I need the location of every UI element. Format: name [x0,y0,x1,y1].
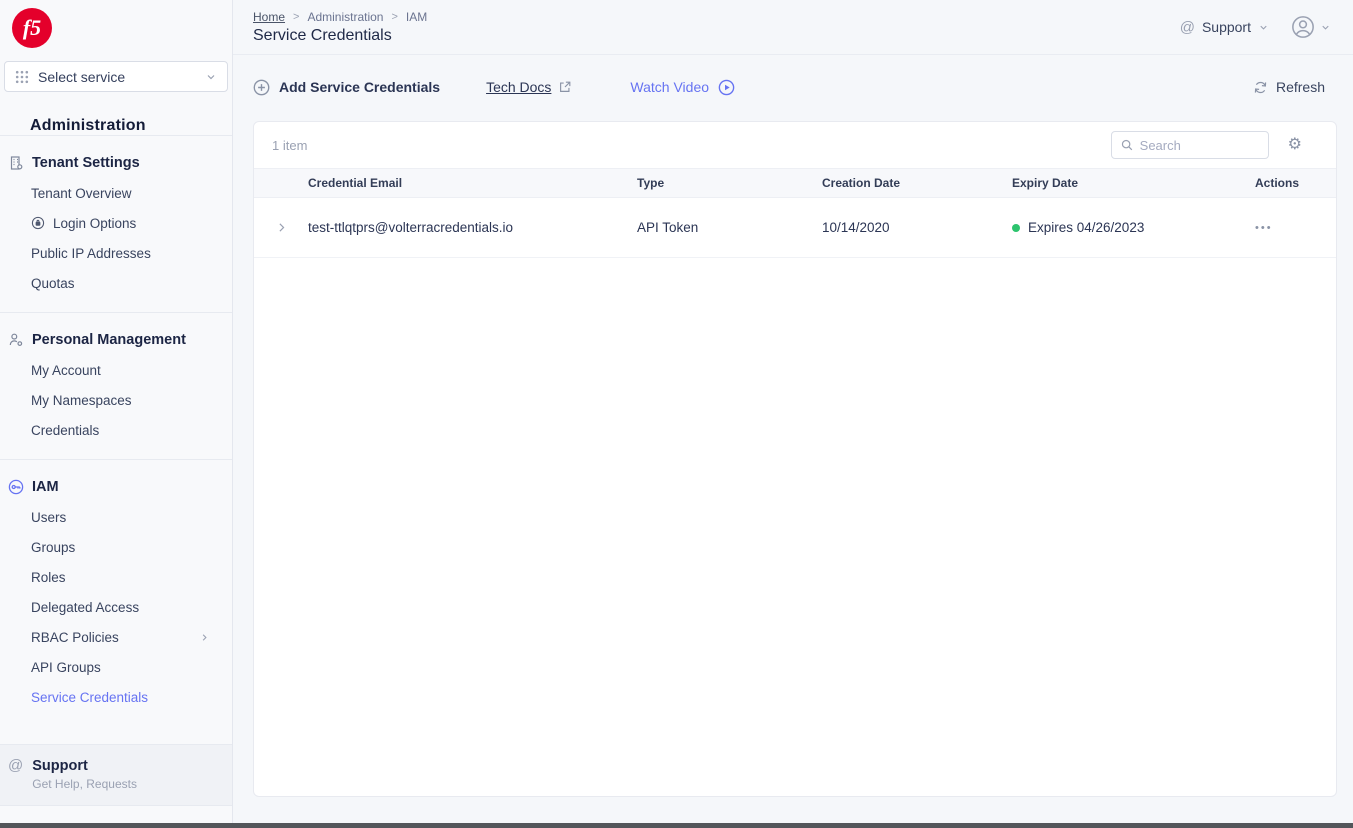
sidebar-item-api-groups[interactable]: API Groups [0,652,232,682]
play-circle-icon [718,79,735,96]
section-head-tenant-settings[interactable]: Tenant Settings [0,148,232,178]
page-title: Service Credentials [253,27,427,45]
support-menu-label: Support [1202,19,1251,35]
section-head-personal-management[interactable]: Personal Management [0,325,232,355]
chevron-down-icon [205,71,217,83]
sidebar-item-groups[interactable]: Groups [0,532,232,562]
breadcrumb-separator: > [391,11,397,23]
search-box [1111,131,1269,159]
section-iam: IAM Users Groups Roles Delegated Access … [0,459,232,726]
watch-video-link[interactable]: Watch Video [630,79,735,96]
row-expand-button[interactable] [254,221,302,234]
search-icon [1120,138,1134,152]
sidebar-item-roles[interactable]: Roles [0,562,232,592]
chevron-down-icon [1320,22,1331,33]
col-actions: Actions [1249,176,1336,190]
item-count: 1 item [272,138,307,153]
app-root: f5 Select service Administration [0,0,1353,828]
sidebar-item-credentials[interactable]: Credentials [0,415,232,445]
section-title: IAM [32,479,59,495]
section-personal-management: Personal Management My Account My Namesp… [0,312,232,459]
account-menu[interactable] [1291,15,1331,39]
grid-icon [15,70,29,84]
sidebar-item-service-credentials[interactable]: Service Credentials [0,682,232,712]
tech-docs-label: Tech Docs [486,79,551,95]
toolbar: Add Service Credentials Tech Docs Watch … [233,55,1353,119]
main-area: Home > Administration > IAM Service Cred… [233,0,1353,828]
chevron-right-icon [199,632,210,643]
credentials-panel: 1 item ⚙ Credential Email Type Creation … [253,121,1337,797]
support-menu[interactable]: @ Support [1180,19,1269,35]
table-row: test-ttlqtprs@volterracredentials.io API… [254,198,1336,258]
breadcrumb-separator: > [293,11,299,23]
sidebar-item-quotas[interactable]: Quotas [0,268,232,298]
watch-video-label: Watch Video [630,79,709,95]
refresh-label: Refresh [1276,79,1325,95]
logo-row: f5 [0,0,232,58]
section-tenant-settings: Tenant Settings Tenant Overview Login Op… [0,135,232,312]
sidebar-item-login-options[interactable]: Login Options [0,208,232,238]
sidebar: f5 Select service Administration [0,0,233,828]
breadcrumb-iam[interactable]: IAM [406,10,427,24]
sidebar-support[interactable]: @ Support Get Help, Requests [0,744,232,805]
person-gear-icon [8,332,24,348]
breadcrumb-administration[interactable]: Administration [307,10,383,24]
section-title: Tenant Settings [32,155,140,171]
col-expiry-date[interactable]: Expiry Date [1006,176,1249,190]
add-service-credentials-button[interactable]: Add Service Credentials [253,79,440,96]
key-circle-icon [8,479,24,495]
sidebar-item-delegated-access[interactable]: Delegated Access [0,592,232,622]
sidebar-item-users[interactable]: Users [0,502,232,532]
cell-type: API Token [631,220,816,235]
lock-circle-icon [31,216,45,230]
f5-logo-text: f5 [23,15,41,41]
add-service-credentials-label: Add Service Credentials [279,79,440,95]
sidebar-item-public-ip-addresses[interactable]: Public IP Addresses [0,238,232,268]
sidebar-footer-spacer [0,805,232,828]
service-selector-label: Select service [38,69,205,85]
building-icon [8,155,24,171]
col-credential-email[interactable]: Credential Email [302,176,631,190]
breadcrumb: Home > Administration > IAM [253,10,427,24]
f5-logo[interactable]: f5 [12,8,52,48]
chevron-right-icon [275,221,288,234]
sidebar-item-my-account[interactable]: My Account [0,355,232,385]
sidebar-item-rbac-policies[interactable]: RBAC Policies [0,622,232,652]
chevron-down-icon [1258,22,1269,33]
table-header: Credential Email Type Creation Date Expi… [254,168,1336,198]
row-actions-button[interactable]: ••• [1249,222,1336,234]
status-dot [1012,224,1020,232]
gear-icon[interactable]: ⚙ [1288,137,1302,153]
plus-circle-icon [253,79,270,96]
service-selector[interactable]: Select service [4,61,228,92]
external-link-icon [558,80,572,94]
tech-docs-link[interactable]: Tech Docs [486,79,572,95]
refresh-icon [1253,80,1268,95]
cell-expiry-date: Expires 04/26/2023 [1006,220,1249,235]
sidebar-heading: Administration [30,117,232,135]
col-creation-date[interactable]: Creation Date [816,176,1006,190]
panel-header: 1 item ⚙ [254,122,1336,168]
support-title: Support [32,758,137,774]
support-icon: @ [8,758,23,791]
sidebar-item-tenant-overview[interactable]: Tenant Overview [0,178,232,208]
breadcrumb-home-link[interactable]: Home [253,10,285,24]
sidebar-item-my-namespaces[interactable]: My Namespaces [0,385,232,415]
cell-creation-date: 10/14/2020 [816,220,1006,235]
search-input[interactable] [1140,138,1260,153]
support-icon: @ [1180,20,1195,35]
section-title: Personal Management [32,332,186,348]
cell-credential-email: test-ttlqtprs@volterracredentials.io [302,220,631,235]
col-type[interactable]: Type [631,176,816,190]
refresh-button[interactable]: Refresh [1253,79,1325,95]
support-subtitle: Get Help, Requests [32,777,137,791]
avatar-icon [1291,15,1315,39]
section-head-iam[interactable]: IAM [0,472,232,502]
expiry-label: Expires 04/26/2023 [1028,220,1144,235]
top-header: Home > Administration > IAM Service Cred… [233,0,1353,55]
